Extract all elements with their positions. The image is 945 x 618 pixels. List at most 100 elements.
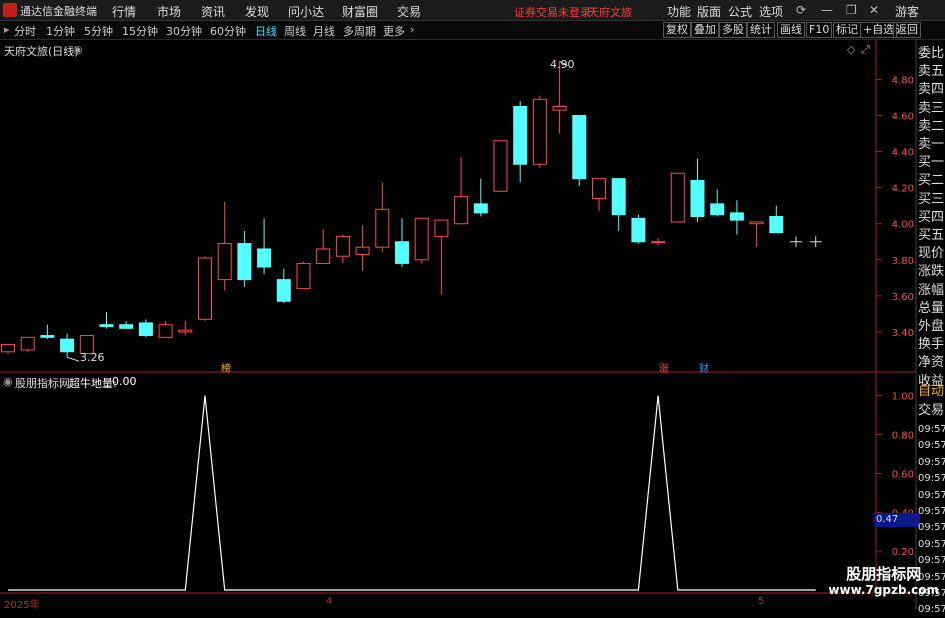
- side-label: 换手: [918, 337, 945, 353]
- time-cell: 09:57: [918, 604, 945, 616]
- indicator-name[interactable]: 股朋指标网: [15, 375, 70, 391]
- price-tick-label: 4.40: [892, 148, 914, 159]
- price-tick-label: 4.00: [892, 220, 914, 231]
- candle: [20, 336, 35, 351]
- candle: [237, 243, 252, 281]
- side-label: 净资: [918, 355, 945, 371]
- chart-diamond-icon[interactable]: ◇: [847, 43, 855, 56]
- time-cell: 09:57: [918, 538, 945, 550]
- watermark-line1: 股朋指标网: [846, 565, 922, 583]
- kline-chart[interactable]: 4.80 4.60 4.40 4.20 4.00 3.80 3.60 3.40 1.00 0.80…: [0, 0, 945, 609]
- side-label: 买三: [918, 191, 945, 207]
- candle: [572, 115, 587, 180]
- candle: [611, 178, 626, 216]
- chart-title: 天府文旅(日线): [4, 45, 79, 58]
- candle: [473, 203, 488, 214]
- side-label: 涨幅: [918, 282, 945, 298]
- candle: [592, 178, 606, 199]
- candle: [198, 257, 212, 320]
- candle: [434, 219, 449, 237]
- indicator-value: 0.00: [112, 375, 137, 388]
- side-label: 卖二: [918, 118, 945, 134]
- side-label: 外盘: [918, 319, 945, 334]
- side-label: 总量: [918, 300, 945, 316]
- side-label: 买一: [918, 155, 945, 171]
- candle: [335, 235, 350, 257]
- candle: [651, 241, 666, 244]
- candle: [178, 329, 193, 333]
- chart-expand-icon[interactable]: ⤢: [861, 43, 870, 57]
- side-label: 卖五: [918, 64, 945, 80]
- candle: [316, 248, 331, 264]
- candle: [158, 324, 173, 338]
- candle: [355, 246, 370, 255]
- candle: [40, 335, 55, 338]
- time-cell: 09:57: [918, 424, 945, 435]
- time-cell: 09:57: [918, 489, 945, 501]
- watermark: 股朋指标网 www.7gpzb.com: [828, 566, 939, 598]
- candle: [138, 322, 153, 337]
- side-button[interactable]: 交易: [918, 402, 945, 420]
- candle: [513, 105, 528, 165]
- chart-settings-icon[interactable]: ◉: [73, 43, 83, 56]
- price-tick-label: 3.60: [892, 292, 914, 303]
- low-price-label: 3.26: [80, 351, 105, 364]
- high-price-label: 4.90: [550, 58, 575, 71]
- side-label: 委比: [918, 46, 945, 61]
- date-label-april: 4: [326, 596, 333, 607]
- candle: [296, 262, 311, 290]
- marker-bang[interactable]: 榜: [221, 360, 231, 375]
- candle: [532, 98, 547, 165]
- side-label: 买五: [918, 228, 945, 243]
- marker-zhang[interactable]: 涨: [659, 360, 669, 375]
- marker-cai[interactable]: 财: [699, 360, 709, 375]
- side-label: 涨跌: [918, 264, 945, 280]
- side-label: 卖四: [918, 82, 945, 98]
- date-label-may: 5: [758, 596, 765, 607]
- candle: [729, 212, 744, 221]
- indicator-settings-icon[interactable]: ◉: [3, 375, 13, 388]
- indicator-current-value: 0.47: [874, 513, 920, 527]
- price-tick-label: 4.60: [892, 112, 914, 123]
- side-label: 卖三: [918, 100, 945, 116]
- indicator-label: 超牛地量:: [69, 377, 117, 390]
- candle: [493, 140, 508, 192]
- price-tick-label: 3.80: [892, 256, 914, 267]
- side-label: 现价: [918, 246, 945, 262]
- side-label: 买四: [918, 209, 945, 225]
- candle: [690, 179, 705, 218]
- indicator-line: [8, 395, 816, 591]
- time-cell: 09:57: [918, 456, 945, 468]
- price-tick-label: 4.80: [892, 75, 914, 86]
- time-cell: 09:57: [918, 440, 945, 452]
- candle: [414, 217, 429, 261]
- watermark-line2: www.7gpzb.com: [828, 583, 939, 597]
- side-label: 卖一: [918, 137, 945, 152]
- candle: [749, 221, 764, 225]
- candle: [119, 324, 134, 329]
- candle: [60, 338, 75, 353]
- candle: [631, 217, 646, 243]
- candle: [769, 216, 784, 234]
- candle: [276, 279, 291, 302]
- time-cell: 09:57: [918, 522, 945, 534]
- indicator-tick-label: 1.00: [892, 392, 914, 403]
- indicator-tick-label: 0.20: [892, 547, 914, 558]
- side-label: 买二: [918, 173, 945, 189]
- side-button[interactable]: 自动: [918, 383, 945, 401]
- candle: [375, 208, 390, 248]
- candle: [710, 203, 725, 216]
- candle: [552, 105, 567, 111]
- candle: [670, 172, 685, 223]
- candle: [1, 344, 15, 353]
- indicator-tick-label: 0.60: [892, 469, 914, 480]
- time-cell: 09:57: [918, 506, 945, 517]
- price-tick-label: 3.40: [892, 328, 914, 339]
- low-pointer: [66, 356, 80, 362]
- indicator-tick-label: 0.80: [892, 431, 914, 442]
- candle: [99, 324, 114, 328]
- price-tick-label: 4.20: [892, 184, 914, 195]
- candle: [257, 248, 272, 268]
- candle: [395, 241, 409, 264]
- time-cell: 09:57: [918, 473, 945, 485]
